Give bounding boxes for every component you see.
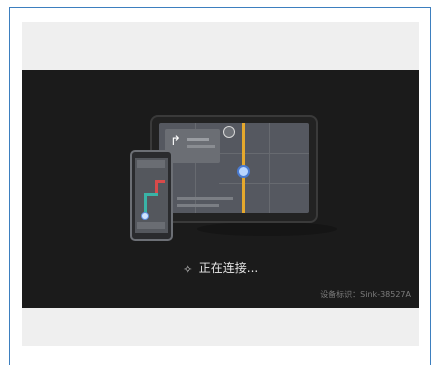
instruction-line [187,138,209,141]
map-grid-line [269,123,270,213]
turn-right-arrow-icon: ↱ [170,134,181,149]
phone-footer-bar [137,222,165,229]
tablet-nav-illustration: ↱ [150,115,318,223]
location-dot-icon [141,212,149,220]
info-bar [177,204,219,207]
phone-nav-illustration [130,150,173,241]
frame-border-top [9,7,431,8]
map-grid-line [219,183,309,184]
spinner-icon: ✧ [183,263,193,276]
info-bar [177,197,233,200]
compass-icon [223,126,235,138]
turn-instruction-card: ↱ [165,129,220,163]
frame-border-right [430,7,431,365]
connection-status: ✧ 正在连接... [22,260,419,276]
tablet-shadow [197,222,337,236]
device-id-label: 设备标识：Sink-38527A [320,290,411,299]
tablet-screen: ↱ [159,123,309,213]
connecting-text: 正在连接... [198,261,259,275]
instruction-line [187,145,215,148]
window-frame: ↱ ✧ 正在连接... 设备标识：Sink-38527A [0,0,440,365]
location-dot-icon [237,165,250,178]
frame-border-left [9,7,10,365]
phone-header-bar [137,160,165,168]
phone-screen [135,158,168,233]
projection-screen: ↱ ✧ 正在连接... 设备标识：Sink-38527A [22,70,419,308]
map-grid-line [219,153,309,154]
route-segment-teal [144,194,147,214]
content-panel: ↱ ✧ 正在连接... 设备标识：Sink-38527A [22,22,419,346]
